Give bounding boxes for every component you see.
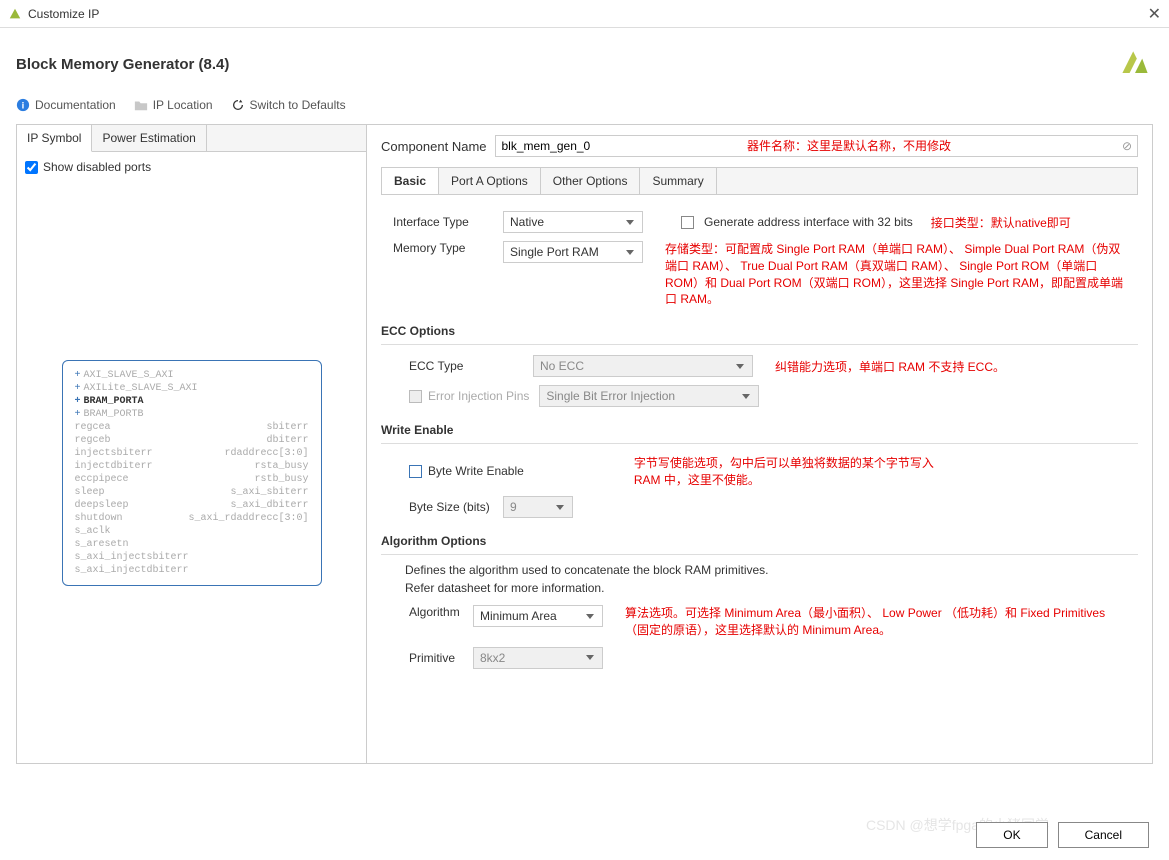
bytewe-label: Byte Write Enable <box>428 464 524 478</box>
cancel-button[interactable]: Cancel <box>1058 822 1149 848</box>
documentation-label: Documentation <box>35 98 116 112</box>
info-icon: i <box>16 98 30 112</box>
errinj-label: Error Injection Pins <box>428 389 529 403</box>
tab-porta[interactable]: Port A Options <box>439 168 541 194</box>
annotation-ecc: 纠错能力选项，单端口 RAM 不支持 ECC。 <box>775 358 1005 375</box>
port-axi-slave: AXI_SLAVE_S_AXI <box>84 370 174 381</box>
memorytype-select[interactable]: Single Port RAM <box>503 241 643 263</box>
ecctype-label: ECC Type <box>393 359 523 373</box>
component-name-label: Component Name <box>381 139 487 154</box>
primitive-select: 8kx2 <box>473 647 603 669</box>
port-axilite-slave: AXILite_SLAVE_S_AXI <box>84 383 198 394</box>
bytesize-select: 9 <box>503 496 573 518</box>
algo-heading: Algorithm Options <box>381 528 1138 555</box>
folder-icon <box>134 98 148 112</box>
algo-desc1: Defines the algorithm used to concatenat… <box>381 561 1138 579</box>
show-disabled-checkbox[interactable] <box>25 161 38 174</box>
annotation-memorytype: 存储类型：可配置成 Single Port RAM（单端口 RAM）、 Simp… <box>665 241 1126 308</box>
iplocation-label: IP Location <box>153 98 213 112</box>
gen32-label: Generate address interface with 32 bits <box>704 215 913 229</box>
port-bram-porta: BRAM_PORTA <box>84 396 144 407</box>
bytewe-checkbox[interactable] <box>409 465 422 478</box>
toolbar: i Documentation IP Location Switch to De… <box>0 94 1169 124</box>
left-panel: IP Symbol Power Estimation Show disabled… <box>17 125 367 763</box>
iplocation-link[interactable]: IP Location <box>134 98 213 112</box>
gen32-checkbox[interactable] <box>681 216 694 229</box>
annotation-algo: 算法选项。可选择 Minimum Area（最小面积）、 Low Power （… <box>625 605 1126 639</box>
app-icon <box>8 7 22 21</box>
primitive-label: Primitive <box>393 651 463 665</box>
errinj-checkbox <box>409 390 422 403</box>
annotation-interfacetype: 接口类型：默认native即可 <box>931 214 1071 231</box>
show-disabled-label: Show disabled ports <box>43 160 151 174</box>
ecc-heading: ECC Options <box>381 318 1138 345</box>
right-panel: Component Name ⊘ 器件名称：这里是默认名称，不用修改 Basic… <box>367 125 1152 763</box>
tab-summary[interactable]: Summary <box>640 168 716 194</box>
port-bram-portb: BRAM_PORTB <box>84 409 144 420</box>
window-title: Customize IP <box>28 7 1148 21</box>
ok-button[interactable]: OK <box>976 822 1047 848</box>
algo-desc2: Refer datasheet for more information. <box>381 579 1138 601</box>
errinj-select: Single Bit Error Injection <box>539 385 759 407</box>
xilinx-logo-icon <box>1117 46 1153 82</box>
refresh-icon <box>231 98 245 112</box>
interfacetype-label: Interface Type <box>393 215 493 229</box>
svg-text:i: i <box>22 101 25 112</box>
memorytype-label: Memory Type <box>393 241 493 255</box>
bytesize-label: Byte Size (bits) <box>393 500 493 514</box>
tab-ipsymbol[interactable]: IP Symbol <box>17 125 92 152</box>
writeenable-heading: Write Enable <box>381 417 1138 444</box>
tab-basic[interactable]: Basic <box>382 168 439 194</box>
annotation-compname: 器件名称：这里是默认名称，不用修改 <box>747 137 951 154</box>
switchdefaults-label: Switch to Defaults <box>250 98 346 112</box>
algorithm-label: Algorithm <box>393 605 463 619</box>
documentation-link[interactable]: i Documentation <box>16 98 116 112</box>
algorithm-select[interactable]: Minimum Area <box>473 605 603 627</box>
clear-icon[interactable]: ⊘ <box>1122 139 1132 153</box>
switchdefaults-link[interactable]: Switch to Defaults <box>231 98 346 112</box>
ecctype-select: No ECC <box>533 355 753 377</box>
ip-block-diagram: +AXI_SLAVE_S_AXI +AXILite_SLAVE_S_AXI +B… <box>62 360 322 586</box>
page-title: Block Memory Generator (8.4) <box>16 56 1117 73</box>
tab-powerestimation[interactable]: Power Estimation <box>92 125 206 151</box>
close-icon[interactable]: ✕ <box>1148 4 1161 24</box>
titlebar: Customize IP ✕ <box>0 0 1169 28</box>
tab-other[interactable]: Other Options <box>541 168 641 194</box>
annotation-we: 字节写使能选项，勾中后可以单独将数据的某个字节写入 RAM 中，这里不使能。 <box>634 454 934 488</box>
interfacetype-select[interactable]: Native <box>503 211 643 233</box>
